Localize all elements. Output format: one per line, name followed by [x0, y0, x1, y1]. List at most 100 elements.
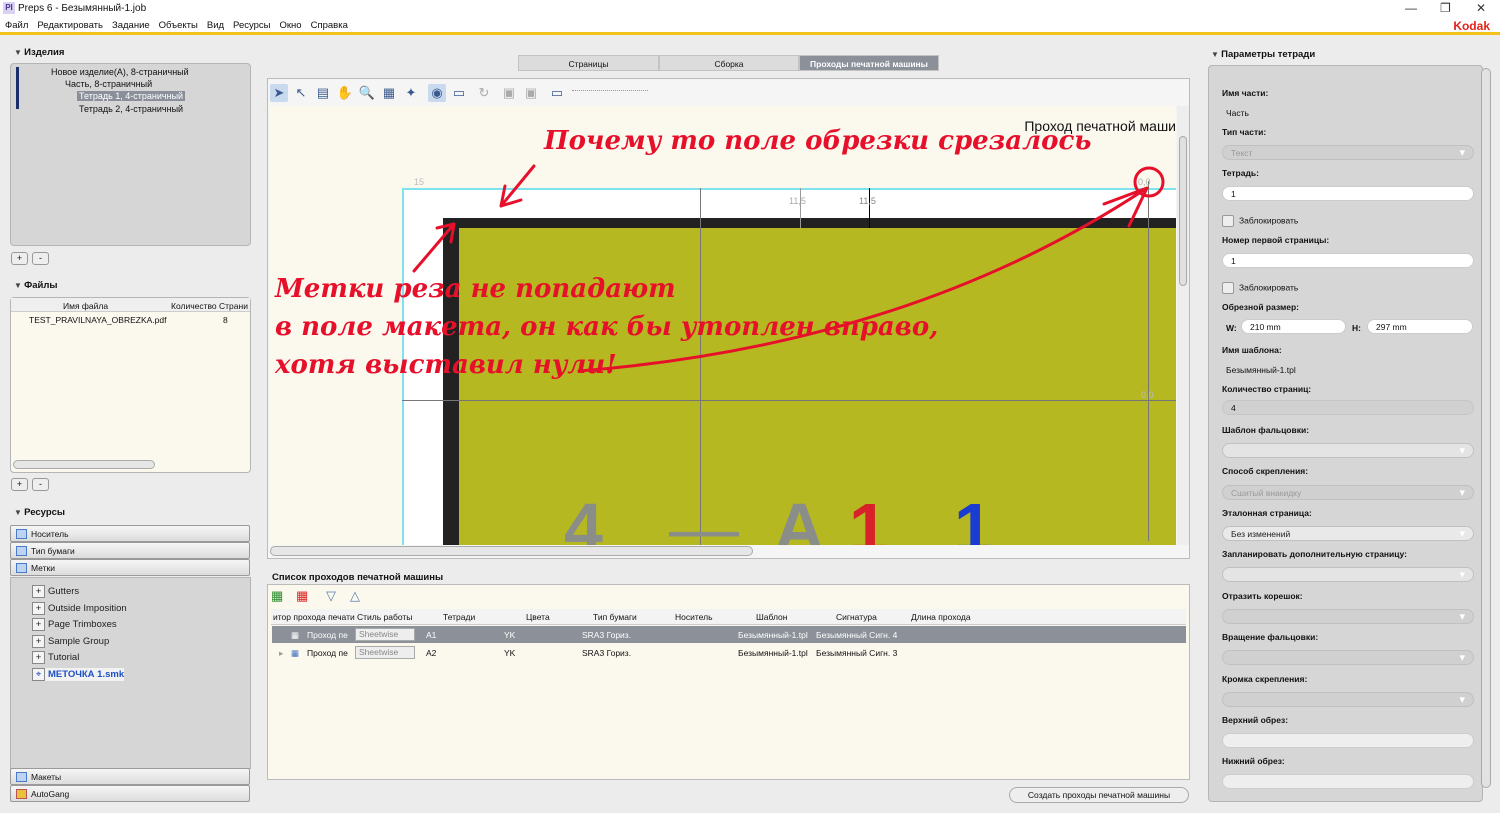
ref-page-select[interactable]: Без изменений	[1222, 526, 1474, 541]
create-runs-button[interactable]: Создать проходы печатной машины	[1009, 787, 1189, 803]
expand-icon[interactable]: ▸	[279, 648, 283, 659]
eye-icon[interactable]: ◉	[428, 84, 446, 102]
minimize-button[interactable]: —	[1405, 1, 1417, 15]
mark-group-page-trimboxes[interactable]: + Page Trimboxes	[32, 618, 117, 631]
move-down-button[interactable]: ▽	[326, 588, 336, 604]
layout-grid-tool[interactable]: ▦	[380, 84, 398, 102]
tab-assembly[interactable]: Сборка	[659, 55, 799, 71]
tab-pages[interactable]: Страницы	[518, 55, 659, 71]
page-tool[interactable]: ▤	[314, 84, 332, 102]
params-vscrollbar[interactable]	[1481, 68, 1491, 788]
preview-icon[interactable]: ▭	[548, 84, 566, 102]
fold-rotation-select[interactable]	[1222, 650, 1474, 665]
tree-item-signature-1[interactable]: Тетрадь 1, 4-страничный	[77, 91, 186, 101]
add-run-button[interactable]: ▦	[271, 588, 291, 606]
menu-file[interactable]: Файл	[5, 20, 28, 31]
col-run-length[interactable]: Длина прохода	[911, 612, 971, 622]
lock-first-page-checkbox[interactable]: Заблокировать	[1222, 282, 1298, 294]
canvas-hscrollbar[interactable]	[270, 546, 753, 556]
part-type-select[interactable]: Текст	[1222, 145, 1474, 160]
signature-input[interactable]: 1	[1222, 186, 1474, 201]
tree-item-product[interactable]: Новое изделие(A), 8-страничный	[51, 67, 189, 77]
menu-window[interactable]: Окно	[280, 20, 302, 31]
extra-page-select[interactable]	[1222, 567, 1474, 582]
col-paper[interactable]: Тип бумаги	[593, 612, 637, 622]
files-header[interactable]: Файлы	[14, 280, 57, 291]
menu-objects[interactable]: Объекты	[159, 20, 198, 31]
hand-tool[interactable]: ✋	[336, 84, 354, 102]
add-product-button[interactable]: +	[11, 252, 28, 265]
zoom-slider[interactable]	[572, 90, 648, 94]
resources-header[interactable]: Ресурсы	[14, 507, 65, 518]
part-name-label: Имя части:	[1222, 88, 1269, 98]
maximize-button[interactable]: ❐	[1440, 1, 1451, 15]
fold-template-select[interactable]	[1222, 443, 1474, 458]
menu-job[interactable]: Задание	[112, 20, 150, 31]
delete-run-button[interactable]: ▦	[296, 588, 316, 606]
distribute-icon[interactable]: ▣	[522, 84, 540, 102]
window-title: Preps 6 - Безымянный-1.job	[18, 3, 147, 14]
run-sig: A1	[426, 630, 437, 640]
remove-file-button[interactable]: -	[32, 478, 49, 491]
ruler-icon[interactable]: ▭	[450, 84, 468, 102]
table-row[interactable]: ▸ ▦ Проход пе Sheetwise A2 YK SRA3 Гориз…	[272, 644, 1186, 661]
col-signatures[interactable]: Тетради	[443, 612, 475, 622]
col-template[interactable]: Шаблон	[756, 612, 787, 622]
col-filename[interactable]: Имя файла	[63, 301, 108, 311]
tree-item-part[interactable]: Часть, 8-страничный	[65, 79, 152, 89]
mark-group-outside-imposition[interactable]: + Outside Imposition	[32, 602, 127, 615]
tree-item-signature-2[interactable]: Тетрадь 2, 4-страничный	[79, 104, 183, 114]
col-style[interactable]: Стиль работы	[357, 612, 412, 622]
menu-view[interactable]: Вид	[207, 20, 224, 31]
canvas-vscrollbar[interactable]	[1177, 106, 1189, 545]
tab-press-runs[interactable]: Проходы печатной машины	[799, 55, 939, 71]
remove-product-button[interactable]: -	[32, 252, 49, 265]
menu-resources[interactable]: Ресурсы	[233, 20, 270, 31]
bottom-trim-input[interactable]	[1222, 774, 1474, 789]
align-icon[interactable]: ▣	[500, 84, 518, 102]
col-pages[interactable]: Количество Страни	[171, 301, 248, 311]
products-header[interactable]: Изделия	[14, 47, 64, 58]
mark-group-tutorial[interactable]: + Tutorial	[32, 651, 79, 664]
width-input[interactable]: 210 mm	[1241, 319, 1346, 334]
close-button[interactable]: ✕	[1476, 1, 1486, 15]
tree-marker	[16, 67, 19, 109]
accordion-media[interactable]: Носитель	[10, 525, 250, 542]
height-input[interactable]: 297 mm	[1367, 319, 1473, 334]
zoom-tool[interactable]: 🔍	[358, 84, 376, 102]
work-style-select[interactable]: Sheetwise	[355, 646, 415, 659]
col-colors[interactable]: Цвета	[526, 612, 550, 622]
accordion-marks[interactable]: Метки	[10, 559, 250, 576]
work-style-select[interactable]: Sheetwise	[355, 628, 415, 641]
accordion-paper-type[interactable]: Тип бумаги	[10, 542, 250, 559]
add-file-button[interactable]: +	[11, 478, 28, 491]
direct-select-tool[interactable]: ↖	[292, 84, 310, 102]
table-row[interactable]: ▦ Проход пе Sheetwise A1 YK SRA3 Гориз. …	[272, 626, 1186, 643]
files-hscrollbar[interactable]	[13, 460, 155, 469]
file-name[interactable]: TEST_PRAVILNAYA_OBREZKA.pdf	[29, 315, 166, 325]
canvas[interactable]: Проход печатной маши 15 11,5 11,5 0,0 0,…	[269, 106, 1176, 545]
accordion-layouts[interactable]: Макеты	[10, 768, 250, 785]
menu-help[interactable]: Справка	[311, 20, 348, 31]
col-signature[interactable]: Сигнатура	[836, 612, 877, 622]
menu-edit[interactable]: Редактировать	[37, 20, 103, 31]
params-header[interactable]: Параметры тетради	[1211, 49, 1315, 60]
col-run-name[interactable]: итор прохода печати	[273, 612, 355, 622]
col-media[interactable]: Носитель	[675, 612, 713, 622]
move-up-button[interactable]: △	[350, 588, 360, 604]
wizard-tool[interactable]: ✦	[402, 84, 420, 102]
accordion-label: Носитель	[31, 529, 69, 539]
mirror-spine-select[interactable]	[1222, 609, 1474, 624]
top-trim-input[interactable]	[1222, 733, 1474, 748]
mark-group-gutters[interactable]: + Gutters	[32, 585, 79, 598]
plus-icon: +	[32, 602, 45, 615]
binding-select[interactable]: Сшитый внакидку	[1222, 485, 1474, 500]
mark-item-selected[interactable]: ⌖ МЕТОЧКА 1.smk	[32, 668, 125, 681]
lock-signature-checkbox[interactable]: Заблокировать	[1222, 215, 1298, 227]
first-page-input[interactable]: 1	[1222, 253, 1474, 268]
accordion-autogang[interactable]: AutoGang	[10, 785, 250, 802]
select-arrow-tool[interactable]: ➤	[270, 84, 288, 102]
binding-edge-select[interactable]	[1222, 692, 1474, 707]
mark-group-sample[interactable]: + Sample Group	[32, 635, 109, 648]
rotate-icon[interactable]: ↻	[475, 84, 493, 102]
